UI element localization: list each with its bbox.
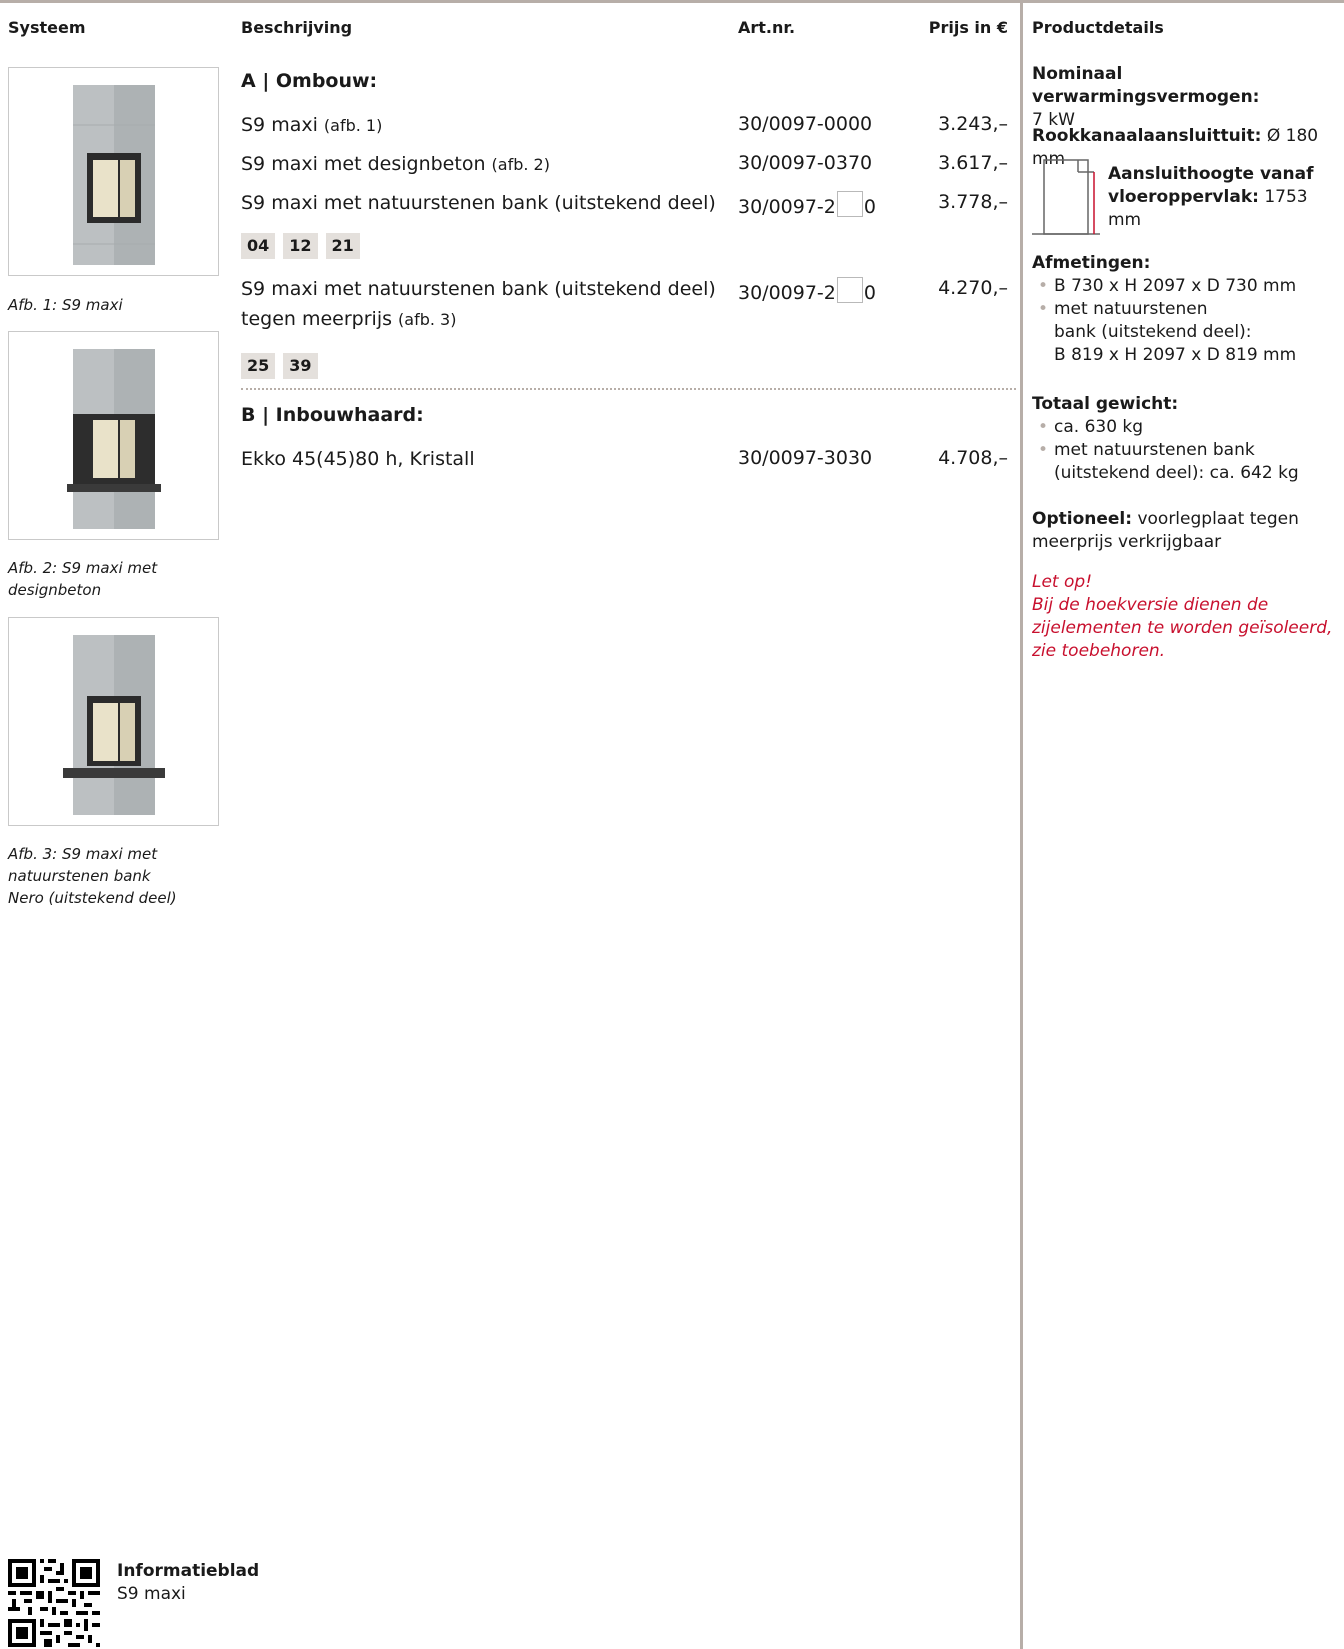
row-note: (afb. 2) <box>491 155 550 174</box>
row-desc-text: S9 maxi met natuurstenen bank (uitsteken… <box>241 192 716 214</box>
row-5-price: 4.708,– <box>938 447 1008 469</box>
header-productdetails: Productdetails <box>1032 18 1164 37</box>
header-beschrijving: Beschrijving <box>241 18 353 37</box>
list-item-text: (uitstekend deel): ca. 642 kg <box>1054 463 1299 483</box>
chips-b: 25 39 <box>241 353 318 379</box>
detail-label: vloeroppervlak: <box>1108 187 1259 207</box>
chip: 21 <box>325 233 360 259</box>
row-3-artnr: 30/0097-2 0 <box>738 191 876 218</box>
detail-vermogen: Nominaal verwarmingsvermogen: 7 kW <box>1032 63 1337 132</box>
header-systeem: Systeem <box>8 18 86 37</box>
detail-value: voorlegplaat tegen <box>1137 509 1299 529</box>
row-4-price: 4.270,– <box>938 277 1008 299</box>
row-note: (afb. 3) <box>398 310 457 329</box>
list-item-text: bank (uitstekend deel): <box>1054 322 1252 342</box>
list-item: B 730 x H 2097 x D 730 mm <box>1032 275 1337 298</box>
warning-line: zijelementen te worden geïsoleerd, <box>1032 618 1333 638</box>
header-prijs: Prijs in € <box>928 18 1008 37</box>
header-artnr: Art.nr. <box>738 18 796 37</box>
row-2-price: 3.617,– <box>938 152 1008 174</box>
row-desc-text: S9 maxi met designbeton <box>241 153 486 175</box>
footer-title: Informatieblad <box>117 1561 260 1581</box>
chip: 04 <box>241 233 276 259</box>
row-desc-text: Ekko 45(45)80 h, Kristall <box>241 448 475 470</box>
row-5-artnr: 30/0097-3030 <box>738 447 873 469</box>
section-b-title: B | Inbouwhaard: <box>241 404 424 426</box>
detail-value: meerprijs verkrijgbaar <box>1032 532 1222 552</box>
artnr-suffix: 0 <box>863 282 876 304</box>
footer-info: Informatieblad S9 maxi <box>117 1560 259 1606</box>
row-1-price: 3.243,– <box>938 113 1008 135</box>
list-item-text: B 819 x H 2097 x D 819 mm <box>1054 345 1297 365</box>
list-item: met natuurstenen bank (uitstekend deel):… <box>1032 439 1337 485</box>
artnr-variant-box[interactable] <box>836 277 863 303</box>
row-4-artnr: 30/0097-2 0 <box>738 277 876 304</box>
chip: 25 <box>241 353 276 379</box>
caption-line: Nero (uitstekend deel) <box>8 889 177 907</box>
caption-line: designbeton <box>8 581 102 599</box>
warning-line: Bij de hoekversie dienen de <box>1032 595 1269 615</box>
figure-3-image <box>8 617 219 826</box>
caption-line: Afb. 3: S9 maxi met <box>8 845 158 863</box>
detail-label: Rookkanaalaansluittuit: <box>1032 126 1262 146</box>
row-2-description: S9 maxi met designbeton (afb. 2) <box>241 149 550 180</box>
row-desc-text: S9 maxi met natuurstenen bank (uitsteken… <box>241 278 716 300</box>
row-note: (afb. 1) <box>323 116 383 135</box>
figure-2-image <box>8 331 219 540</box>
row-1-artnr: 30/0097-0000 <box>738 113 873 135</box>
detail-aansluithoogte: Aansluithoogte vanaf vloeroppervlak: 175… <box>1108 163 1338 232</box>
row-1-description: S9 maxi (afb. 1) <box>241 110 382 141</box>
detail-label: Nominaal verwarmingsvermogen: <box>1032 64 1260 107</box>
detail-optioneel: Optioneel: voorlegplaat tegen meerprijs … <box>1032 508 1337 554</box>
detail-label: Totaal gewicht: <box>1032 394 1179 414</box>
detail-label: Optioneel: <box>1032 509 1133 529</box>
caption-line: Afb. 1: S9 maxi <box>8 296 123 314</box>
artnr-variant-box[interactable] <box>836 191 863 217</box>
detail-label: Aansluithoogte vanaf <box>1108 164 1314 184</box>
qr-code-icon[interactable] <box>8 1559 100 1647</box>
chips-a: 04 12 21 <box>241 233 360 259</box>
caption-line: Afb. 2: S9 maxi met <box>8 559 158 577</box>
connection-height-icon <box>1032 159 1100 235</box>
chip: 39 <box>283 353 318 379</box>
figure-2-caption: Afb. 2: S9 maxi met designbeton <box>8 557 157 601</box>
column-divider <box>1020 0 1023 1649</box>
list-item-text: met natuurstenen <box>1054 299 1208 319</box>
artnr-prefix: 30/0097-2 <box>738 196 836 218</box>
warning-line: zie toebehoren. <box>1032 641 1166 661</box>
top-rule <box>0 0 1344 3</box>
chip: 12 <box>283 233 318 259</box>
list-item-text: met natuurstenen bank <box>1054 440 1255 460</box>
row-desc-text-2: tegen meerprijs <box>241 308 392 330</box>
caption-line: natuurstenen bank <box>8 867 151 885</box>
row-3-price: 3.778,– <box>938 191 1008 213</box>
section-divider <box>241 388 1016 390</box>
list-item: ca. 630 kg <box>1032 416 1337 439</box>
artnr-suffix: 0 <box>863 196 876 218</box>
footer-subtitle: S9 maxi <box>117 1584 186 1604</box>
row-desc-text: S9 maxi <box>241 114 318 136</box>
detail-label: Afmetingen: <box>1032 253 1151 273</box>
figure-1-caption: Afb. 1: S9 maxi <box>8 294 123 316</box>
list-item: met natuurstenen bank (uitstekend deel):… <box>1032 298 1337 367</box>
detail-gewicht: Totaal gewicht: ca. 630 kg met natuurste… <box>1032 393 1337 485</box>
row-5-description: Ekko 45(45)80 h, Kristall <box>241 444 475 474</box>
figure-3-caption: Afb. 3: S9 maxi met natuurstenen bank Ne… <box>8 843 177 909</box>
row-2-artnr: 30/0097-0370 <box>738 152 873 174</box>
row-3-description: S9 maxi met natuurstenen bank (uitsteken… <box>241 188 716 218</box>
detail-afmetingen: Afmetingen: B 730 x H 2097 x D 730 mm me… <box>1032 252 1337 367</box>
warning-line: Let op! <box>1032 572 1093 592</box>
artnr-prefix: 30/0097-2 <box>738 282 836 304</box>
warning-note: Let op! Bij de hoekversie dienen de zije… <box>1032 571 1337 663</box>
figure-1-image <box>8 67 219 276</box>
row-4-description: S9 maxi met natuurstenen bank (uitsteken… <box>241 274 716 335</box>
section-a-title: A | Ombouw: <box>241 70 378 92</box>
